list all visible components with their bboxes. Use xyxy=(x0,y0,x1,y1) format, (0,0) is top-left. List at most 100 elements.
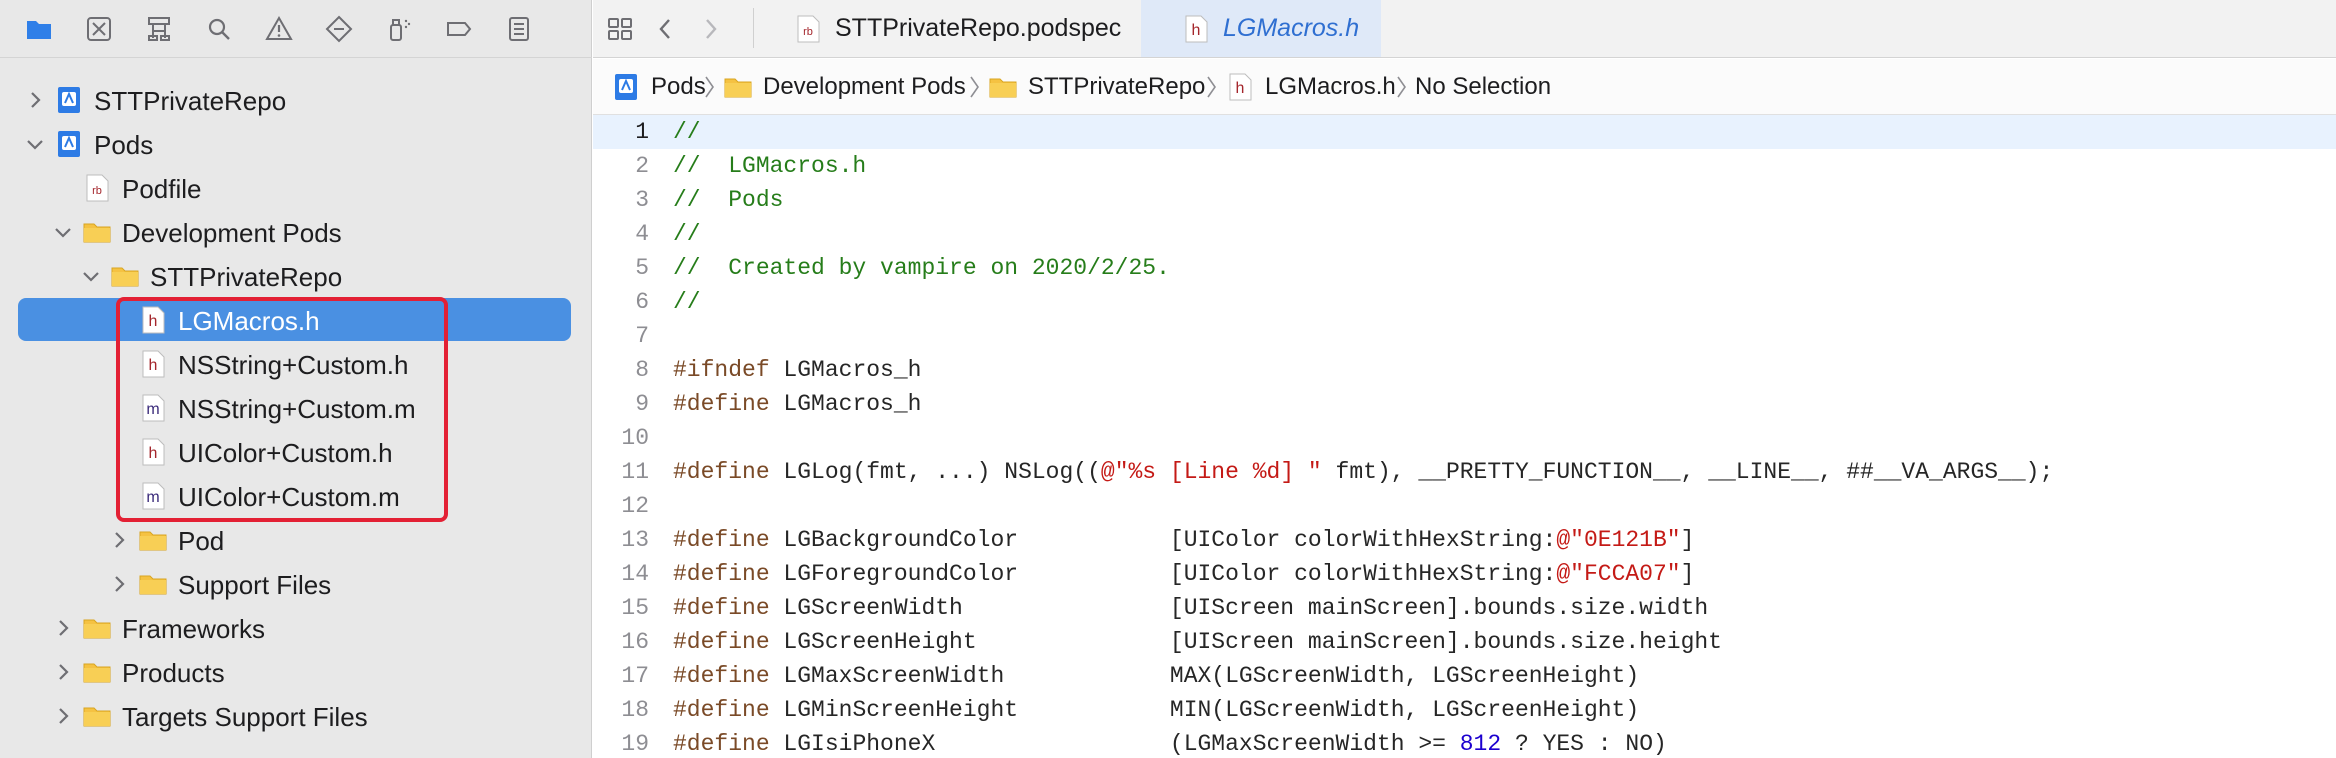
code-line[interactable]: 15 #define LGScreenWidth [UIScreen mainSc… xyxy=(593,591,2336,625)
code-line[interactable]: 6 // xyxy=(593,285,2336,319)
chevron-down-icon[interactable] xyxy=(52,221,74,243)
find-icon[interactable] xyxy=(204,14,234,44)
breadcrumb-item[interactable]: Pods xyxy=(611,71,706,103)
tree-item[interactable]: STTPrivateRepo xyxy=(0,78,592,122)
tree-item[interactable]: Pod xyxy=(0,518,592,562)
tree-item[interactable]: rb Podfile xyxy=(0,166,592,210)
line-number: 2 xyxy=(635,153,649,179)
tree-item-label: STTPrivateRepo xyxy=(94,86,287,116)
breakpoint-icon[interactable] xyxy=(444,14,474,44)
source-editor: rb STTPrivateRepo.podspec h LGMacros.h P… xyxy=(593,0,2336,758)
chevron-right-icon[interactable] xyxy=(52,617,74,639)
code-line[interactable]: 5 // Created by vampire on 2020/2/25. xyxy=(593,251,2336,285)
breadcrumb-item[interactable]: No Selection xyxy=(1415,71,1551,103)
code-line[interactable]: 12 xyxy=(593,489,2336,523)
project-icon xyxy=(54,129,84,159)
line-number: 14 xyxy=(621,561,649,587)
svg-text:rb: rb xyxy=(92,185,102,197)
line-number: 9 xyxy=(635,391,649,417)
code-text: #define LGMacros_h xyxy=(673,391,922,417)
chevron-right-icon[interactable] xyxy=(108,529,130,551)
code-text: // xyxy=(673,119,701,145)
svg-text:h: h xyxy=(1236,80,1245,97)
line-number: 6 xyxy=(635,289,649,315)
chevron-right-icon[interactable] xyxy=(108,573,130,595)
chevron-right-icon[interactable] xyxy=(52,661,74,683)
rb-file-icon: rb xyxy=(793,14,823,44)
code-line[interactable]: 13 #define LGBackgroundColor [UIColor col… xyxy=(593,523,2336,557)
breadcrumb-item[interactable]: h LGMacros.h xyxy=(1225,71,1396,103)
code-line[interactable]: 18 #define LGMinScreenHeight MIN(LGScreen… xyxy=(593,693,2336,727)
chevron-down-icon[interactable] xyxy=(24,133,46,155)
annotation-highlight-box xyxy=(116,297,448,522)
code-line[interactable]: 4 // xyxy=(593,217,2336,251)
breadcrumb-label: LGMacros.h xyxy=(1265,73,1396,100)
code-line[interactable]: 7 xyxy=(593,319,2336,353)
tree-item[interactable]: STTPrivateRepo xyxy=(0,254,592,298)
back-chevron-icon[interactable] xyxy=(651,14,681,44)
folder-icon xyxy=(138,569,168,599)
line-number: 8 xyxy=(635,357,649,383)
report-icon[interactable] xyxy=(504,14,534,44)
tab-lgmacros[interactable]: h LGMacros.h xyxy=(1141,0,1381,57)
svg-text:h: h xyxy=(1192,22,1201,39)
tree-item[interactable]: Pods xyxy=(0,122,592,166)
breadcrumb-item[interactable]: Development Pods xyxy=(723,71,966,103)
tree-item[interactable]: Development Pods xyxy=(0,210,592,254)
chevron-down-icon[interactable] xyxy=(80,265,102,287)
tree-item[interactable]: Products xyxy=(0,650,592,694)
line-number: 19 xyxy=(621,731,649,757)
code-area[interactable]: 1 // 2 // LGMacros.h 3 // Pods 4 // 5 // Created … xyxy=(593,115,2336,758)
line-number: 1 xyxy=(635,119,649,145)
code-line[interactable]: 17 #define LGMaxScreenWidth MAX(LGScreenW… xyxy=(593,659,2336,693)
test-diamond-icon[interactable] xyxy=(324,14,354,44)
code-line[interactable]: 11 #define LGLog(fmt, ...) NSLog((@"%s [L… xyxy=(593,455,2336,489)
tree-item[interactable]: Frameworks xyxy=(0,606,592,650)
code-text: // Pods xyxy=(673,187,784,213)
h-file-icon: h xyxy=(1181,14,1211,44)
line-number: 7 xyxy=(635,323,649,349)
code-line[interactable]: 1 // xyxy=(593,115,2336,149)
code-line[interactable]: 10 xyxy=(593,421,2336,455)
breadcrumb-label: Pods xyxy=(651,73,706,100)
line-number: 4 xyxy=(635,221,649,247)
chevron-right-icon[interactable] xyxy=(52,705,74,727)
folder-icon xyxy=(82,657,112,687)
chevron-right-icon[interactable] xyxy=(24,89,46,111)
code-line[interactable]: 9 #define LGMacros_h xyxy=(593,387,2336,421)
grid-icon[interactable] xyxy=(605,14,635,44)
tree-item[interactable]: Support Files xyxy=(0,562,592,606)
code-line[interactable]: 19 #define LGIsiPhoneX (LGMaxScreenWidth … xyxy=(593,727,2336,758)
rb-file-icon: rb xyxy=(82,173,112,203)
code-line[interactable]: 3 // Pods xyxy=(593,183,2336,217)
folder-icon[interactable] xyxy=(24,14,54,44)
code-text: #define LGIsiPhoneX (LGMaxScreenWidth >=… xyxy=(673,731,1667,757)
code-line[interactable]: 16 #define LGScreenHeight [UIScreen mainS… xyxy=(593,625,2336,659)
code-text: #define LGMaxScreenWidth MAX(LGScreenWid… xyxy=(673,663,1640,689)
tree-item[interactable]: Targets Support Files xyxy=(0,694,592,738)
issue-warning-icon[interactable] xyxy=(264,14,294,44)
breadcrumb-item[interactable]: STTPrivateRepo xyxy=(988,71,1205,103)
tree-item-label: STTPrivateRepo xyxy=(150,262,343,292)
project-navigator: STTPrivateRepo Pods rb Podfile Development P… xyxy=(0,0,592,758)
tree-item-label: Support Files xyxy=(178,570,332,600)
forward-chevron-icon[interactable] xyxy=(695,14,725,44)
breadcrumb-label: Development Pods xyxy=(763,73,966,100)
jump-bar-breadcrumb: Pods Development Pods STTPrivateRepo h LGMac… xyxy=(593,59,2336,115)
code-text: // xyxy=(673,221,701,247)
editor-tab-bar: rb STTPrivateRepo.podspec h LGMacros.h xyxy=(593,0,2336,58)
breadcrumb-label: No Selection xyxy=(1415,73,1552,100)
code-text: // Created by vampire on 2020/2/25. xyxy=(673,255,1170,281)
folder-icon xyxy=(82,701,112,731)
code-line[interactable]: 14 #define LGForegroundColor [UIColor col… xyxy=(593,557,2336,591)
code-line[interactable]: 8 #ifndef LGMacros_h xyxy=(593,353,2336,387)
svg-text:rb: rb xyxy=(803,26,813,38)
line-number: 16 xyxy=(621,629,649,655)
source-control-icon[interactable] xyxy=(84,14,114,44)
tree-item-label: Frameworks xyxy=(122,614,266,644)
code-line[interactable]: 2 // LGMacros.h xyxy=(593,149,2336,183)
folder-icon xyxy=(138,525,168,555)
tab-podspec[interactable]: rb STTPrivateRepo.podspec xyxy=(753,0,1141,57)
debug-spray-icon[interactable] xyxy=(384,14,414,44)
symbol-hierarchy-icon[interactable] xyxy=(144,14,174,44)
